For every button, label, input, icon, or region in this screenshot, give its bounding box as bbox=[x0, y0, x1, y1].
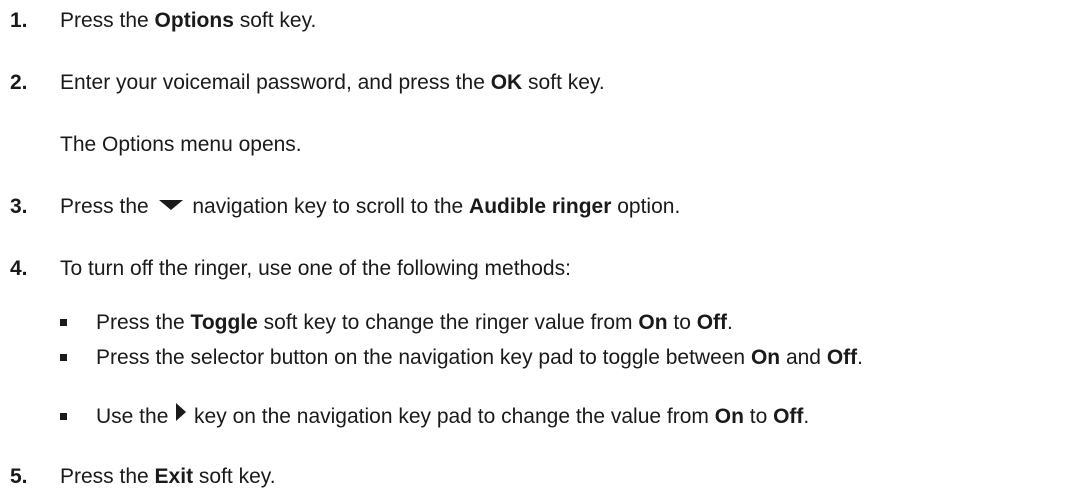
bullet-icon bbox=[60, 413, 67, 420]
right-arrow-icon bbox=[174, 401, 188, 430]
step-text: Press the Exit soft key. bbox=[60, 465, 276, 488]
step-2: 2. Enter your voicemail password, and pre… bbox=[10, 70, 605, 96]
ok-softkey-label: OK bbox=[490, 71, 523, 94]
step-1: 1. Press the Options soft key. bbox=[10, 8, 316, 34]
bullet-icon bbox=[60, 353, 67, 361]
step-text: To turn off the ringer, use one of the f… bbox=[60, 257, 571, 280]
method-toggle: Press the Toggle soft key to change the … bbox=[60, 310, 733, 336]
method-arrow-key: Use the key on the navigation key pad to… bbox=[60, 403, 809, 429]
step-number: 1. bbox=[10, 9, 28, 32]
step-number: 4. bbox=[10, 257, 28, 280]
method-selector: Press the selector button on the navigat… bbox=[60, 345, 863, 371]
bullet-icon bbox=[60, 318, 67, 326]
step-text: Press the Options soft key. bbox=[60, 9, 317, 32]
step-number: 5. bbox=[10, 465, 28, 488]
step-4: 4. To turn off the ringer, use one of the… bbox=[10, 256, 571, 282]
audible-ringer-label: Audible ringer bbox=[469, 195, 612, 218]
exit-softkey-label: Exit bbox=[154, 465, 194, 488]
step-5: 5. Press the Exit soft key. bbox=[10, 464, 276, 490]
down-arrow-icon bbox=[155, 192, 187, 218]
instructions-document: 1. Press the Options soft key. 2. Enter yo… bbox=[0, 0, 1081, 488]
options-softkey-label: Options bbox=[154, 9, 234, 32]
step-text: Enter your voicemail password, and press… bbox=[60, 71, 605, 94]
step-number: 3. bbox=[10, 195, 28, 218]
step-number: 2. bbox=[10, 71, 28, 94]
step-2-note: The Options menu opens. bbox=[60, 133, 302, 156]
step-text: Press the navigation key to scroll to th… bbox=[60, 194, 680, 220]
step-3: 3. Press the navigation key to scroll to … bbox=[10, 194, 680, 220]
